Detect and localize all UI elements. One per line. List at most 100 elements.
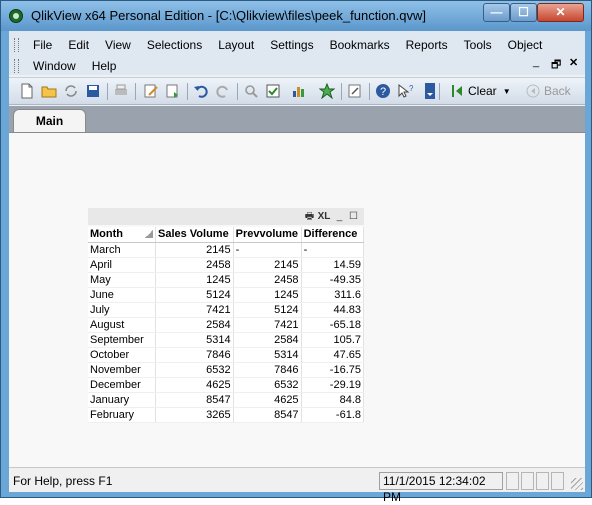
reload-script-icon[interactable]	[165, 83, 181, 99]
menu-window[interactable]: Window	[25, 59, 84, 73]
redo-icon[interactable]	[215, 83, 231, 99]
table-row[interactable]: November 6532 7846 -16.75	[88, 362, 365, 378]
new-document-icon[interactable]	[19, 83, 35, 99]
context-help-icon[interactable]: ?	[397, 83, 413, 99]
table-row[interactable]: January 8547 4625 84.8	[88, 392, 365, 408]
tab-main[interactable]: Main	[13, 109, 86, 133]
print-icon[interactable]: 🖶	[304, 211, 315, 222]
menu-help[interactable]: Help	[84, 59, 125, 73]
save-icon[interactable]	[85, 83, 101, 99]
menu-row-main: File Edit View Selections Layout Setting…	[9, 34, 550, 55]
cell-difference: -61.8	[301, 407, 365, 423]
menu-layout[interactable]: Layout	[210, 38, 262, 52]
toolbar-options-icon[interactable]	[425, 83, 435, 99]
maximize-object-icon[interactable]: ☐	[348, 211, 359, 222]
cell-month: December	[88, 377, 156, 393]
back-button[interactable]: Back	[522, 80, 582, 102]
table-row[interactable]: May 1245 2458 -49.35	[88, 272, 365, 288]
qlikview-logo-icon	[9, 9, 23, 23]
reload-icon[interactable]	[63, 83, 79, 99]
window-minimize-button[interactable]: —	[483, 3, 510, 22]
cell-sales-volume: 3265	[155, 407, 234, 423]
cell-prevvolume: 1245	[233, 287, 302, 303]
table-row[interactable]: September 5314 2584 105.7	[88, 332, 365, 348]
table-caption-bar: 🖶 XL _ ☐	[88, 208, 364, 225]
bookmark-star-icon[interactable]	[319, 83, 335, 99]
menu-reports[interactable]: Reports	[398, 38, 456, 52]
toolbar-separator	[107, 83, 108, 100]
undo-icon[interactable]	[193, 83, 209, 99]
cell-difference: -29.19	[301, 377, 365, 393]
table-row[interactable]: March 2145- -	[88, 242, 365, 258]
cell-prevvolume: 7846	[233, 362, 302, 378]
table-row[interactable]: October 7846 5314 47.65	[88, 347, 365, 363]
print-icon[interactable]	[113, 83, 129, 99]
document-restore-button[interactable]: 🗗	[551, 56, 561, 75]
toolbar: ? ? Clear ▼ Back	[9, 77, 585, 105]
window-close-button[interactable]: ✕	[537, 3, 584, 22]
status-bar: For Help, press F1 11/1/2015 12:34:02 PM	[9, 467, 585, 504]
column-header-difference[interactable]: Difference	[301, 227, 365, 243]
menu-bookmarks[interactable]: Bookmarks	[322, 38, 398, 52]
menu-selections[interactable]: Selections	[139, 38, 210, 52]
document-close-button[interactable]: ✕	[569, 56, 578, 69]
chevron-down-icon[interactable]: ▼	[503, 87, 511, 96]
menu-edit[interactable]: Edit	[60, 38, 97, 52]
window-maximize-button[interactable]: ☐	[510, 3, 537, 22]
column-header-sales-volume[interactable]: Sales Volume	[155, 227, 234, 243]
cell-month: September	[88, 332, 156, 348]
table-row[interactable]: June 5124 1245 311.6	[88, 287, 365, 303]
straight-table-box[interactable]: 🖶 XL _ ☐ Month Sales Volume Prevvolume D…	[88, 208, 365, 424]
cell-sales-volume: 7421	[155, 302, 234, 318]
cell-sales-volume: 2584	[155, 317, 234, 333]
cell-sales-volume: 8547	[155, 392, 234, 408]
cell-difference: -49.35	[301, 272, 365, 288]
clear-icon	[452, 85, 462, 97]
menu-settings[interactable]: Settings	[262, 38, 321, 52]
table-row[interactable]: July 7421 5124 44.83	[88, 302, 365, 318]
table-row[interactable]: December 4625 6532 -29.19	[88, 377, 365, 393]
edit-script-icon[interactable]	[143, 83, 159, 99]
menu-grip[interactable]	[14, 58, 19, 73]
menu-grip[interactable]	[14, 37, 19, 52]
excel-export-icon[interactable]: XL	[317, 211, 331, 222]
table-row[interactable]: February 3265 8547 -61.8	[88, 407, 365, 423]
help-icon[interactable]: ?	[375, 83, 391, 99]
title-bar[interactable]: QlikView x64 Personal Edition - [C:\Qlik…	[1, 1, 591, 31]
table-row[interactable]: April 2458 2145 14.59	[88, 257, 365, 273]
back-icon	[526, 84, 540, 98]
cell-month: May	[88, 272, 156, 288]
clear-button[interactable]: Clear ▼	[446, 80, 518, 102]
design-icon[interactable]	[347, 83, 363, 99]
sheet-tab-strip: Main	[9, 106, 585, 133]
column-header-prevvolume[interactable]: Prevvolume	[233, 227, 302, 243]
resize-grip[interactable]	[571, 478, 583, 490]
menu-view[interactable]: View	[97, 38, 139, 52]
menu-tools[interactable]: Tools	[456, 38, 500, 52]
sort-indicator-icon	[144, 230, 153, 239]
table-row[interactable]: August 2584 7421 -65.18	[88, 317, 365, 333]
cell-difference: -16.75	[301, 362, 365, 378]
svg-text:?: ?	[380, 86, 386, 98]
cell-sales-volume: 2458	[155, 257, 234, 273]
menu-object[interactable]: Object	[500, 38, 551, 52]
menu-file[interactable]: File	[25, 38, 60, 52]
search-icon[interactable]	[243, 83, 259, 99]
svg-text:?: ?	[409, 84, 413, 93]
cell-prevvolume: 2584	[233, 332, 302, 348]
status-indicator	[551, 472, 564, 490]
column-header-month[interactable]: Month	[88, 227, 156, 243]
new-sheet-object-icon[interactable]	[291, 83, 307, 99]
minimize-object-icon[interactable]: _	[334, 211, 345, 222]
cell-month: January	[88, 392, 156, 408]
document-minimize-button[interactable]: _	[533, 56, 539, 68]
sheet-area: 🖶 XL _ ☐ Month Sales Volume Prevvolume D…	[9, 132, 585, 467]
cell-difference: -65.18	[301, 317, 365, 333]
cell-month: November	[88, 362, 156, 378]
cell-sales-volume: 4625	[155, 377, 234, 393]
open-folder-icon[interactable]	[41, 83, 57, 99]
selections-icon[interactable]	[265, 83, 281, 99]
cell-sales-volume: 7846	[155, 347, 234, 363]
toolbar-separator	[369, 83, 370, 100]
back-label: Back	[544, 84, 571, 98]
